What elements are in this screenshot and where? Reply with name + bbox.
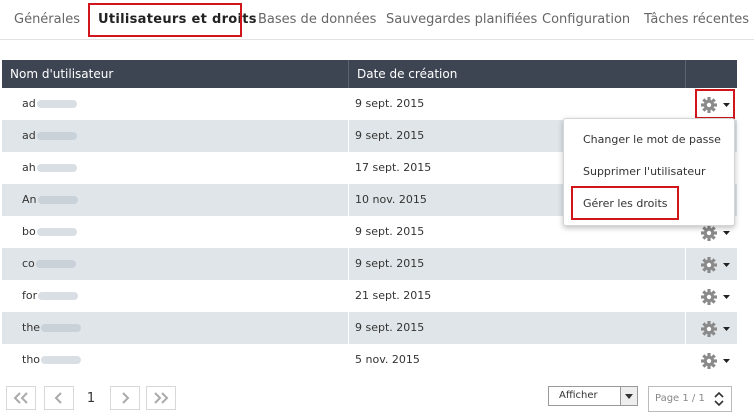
page-number-input[interactable]: Page 1 / 1 xyxy=(648,386,732,412)
column-divider xyxy=(348,184,349,216)
username-cell: co xyxy=(22,248,76,280)
menu-item-delete-user[interactable]: Supprimer l'utilisateur xyxy=(583,165,706,178)
column-divider xyxy=(685,312,686,344)
created-date-cell: 9 sept. 2015 xyxy=(355,257,425,270)
username-text: tho xyxy=(22,353,41,366)
tab-generales[interactable]: Générales xyxy=(14,0,80,40)
table-header: Nom d'utilisateur Date de création xyxy=(2,60,737,88)
username-cell: bo xyxy=(22,216,77,248)
table-row[interactable]: tho 5 nov. 2015 xyxy=(2,344,737,376)
created-date-cell: 21 sept. 2015 xyxy=(355,289,432,302)
page-indicator: Page 1 / 1 xyxy=(655,393,705,404)
gear-icon[interactable] xyxy=(700,320,730,338)
column-divider xyxy=(348,60,349,88)
gear-icon[interactable] xyxy=(700,256,730,274)
column-divider xyxy=(685,248,686,280)
username-text: the xyxy=(22,321,41,334)
column-divider xyxy=(348,88,349,120)
username-text: ah xyxy=(22,161,36,174)
created-date-cell: 9 sept. 2015 xyxy=(355,97,425,110)
current-page-number: 1 xyxy=(86,391,96,406)
username-text: An xyxy=(22,193,37,206)
show-per-page-select[interactable]: Afficher xyxy=(548,386,638,406)
created-date-cell: 9 sept. 2015 xyxy=(355,225,425,238)
username-cell: tho xyxy=(22,344,82,376)
redacted-username xyxy=(41,324,82,332)
created-date-cell: 10 nov. 2015 xyxy=(355,193,427,206)
column-divider xyxy=(348,152,349,184)
tab-sauvegardes-planifiees[interactable]: Sauvegardes planifiées xyxy=(386,0,537,40)
redacted-username xyxy=(36,228,77,236)
username-cell: ah xyxy=(22,152,77,184)
username-text: bo xyxy=(22,225,36,238)
created-date-cell: 9 sept. 2015 xyxy=(355,129,425,142)
username-cell: An xyxy=(22,184,78,216)
redacted-username xyxy=(36,164,77,172)
table-row[interactable]: the 9 sept. 2015 xyxy=(2,312,737,344)
double-chevron-left-icon xyxy=(13,392,28,404)
chevron-right-icon xyxy=(122,392,130,404)
active-tab-highlight xyxy=(88,3,242,37)
created-date-cell: 17 sept. 2015 xyxy=(355,161,432,174)
username-cell: the xyxy=(22,312,82,344)
tab-configuration[interactable]: Configuration xyxy=(542,0,630,40)
username-cell: ad xyxy=(22,120,77,152)
previous-page-button[interactable] xyxy=(44,386,74,410)
tab-taches-recentes[interactable]: Tâches récentes xyxy=(644,0,749,40)
last-page-button[interactable] xyxy=(146,386,176,410)
table-row[interactable]: for 21 sept. 2015 xyxy=(2,280,737,312)
username-cell: ad xyxy=(22,88,77,120)
username-text: ad xyxy=(22,97,36,110)
column-divider xyxy=(685,280,686,312)
menu-item-change-password[interactable]: Changer le mot de passe xyxy=(583,133,721,146)
username-text: co xyxy=(22,257,35,270)
gear-icon[interactable] xyxy=(700,352,730,370)
created-date-cell: 9 sept. 2015 xyxy=(355,321,425,334)
tab-bar: Générales Utilisateurs et droits Bases d… xyxy=(0,0,754,40)
tab-bases-de-donnees[interactable]: Bases de données xyxy=(258,0,376,40)
menu-highlight xyxy=(571,186,679,220)
column-divider xyxy=(348,344,349,376)
redacted-username xyxy=(36,132,77,140)
spinner-arrows-icon[interactable] xyxy=(713,390,725,408)
next-page-button[interactable] xyxy=(110,386,140,410)
column-divider xyxy=(348,280,349,312)
gear-highlight xyxy=(695,89,735,119)
redacted-username xyxy=(38,292,79,300)
redacted-username xyxy=(35,260,76,268)
username-text: ad xyxy=(22,129,36,142)
gear-icon[interactable] xyxy=(700,288,730,306)
column-divider xyxy=(348,120,349,152)
redacted-username xyxy=(36,100,77,108)
gear-icon[interactable] xyxy=(700,224,730,242)
redacted-username xyxy=(37,196,78,204)
username-cell: for xyxy=(22,280,79,312)
table-row[interactable]: co 9 sept. 2015 xyxy=(2,248,737,280)
created-date-cell: 5 nov. 2015 xyxy=(355,353,420,366)
username-text: for xyxy=(22,289,38,302)
column-header-created[interactable]: Date de création xyxy=(357,60,457,88)
column-divider xyxy=(685,88,686,120)
table-row[interactable]: ad 9 sept. 2015 xyxy=(2,88,737,120)
column-header-username[interactable]: Nom d'utilisateur xyxy=(10,60,113,88)
column-divider xyxy=(348,248,349,280)
show-select-label: Afficher xyxy=(559,390,598,401)
tab-divider xyxy=(0,39,754,40)
select-arrow-icon xyxy=(620,387,637,405)
chevron-left-icon xyxy=(54,392,62,404)
first-page-button[interactable] xyxy=(6,386,36,410)
column-divider xyxy=(685,344,686,376)
double-chevron-right-icon xyxy=(154,392,169,404)
column-divider xyxy=(348,312,349,344)
column-divider xyxy=(685,60,686,88)
redacted-username xyxy=(41,356,82,364)
column-divider xyxy=(348,216,349,248)
